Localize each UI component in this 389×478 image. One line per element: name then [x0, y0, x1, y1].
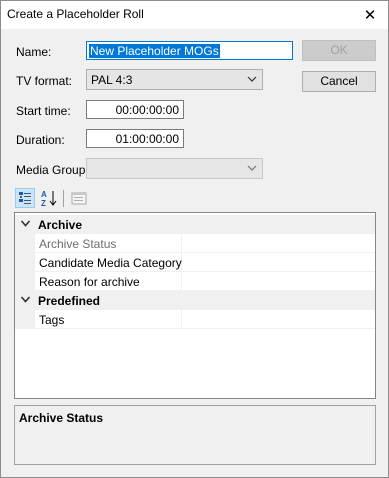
property-row-reason-for-archive[interactable]: Reason for archive — [15, 272, 375, 291]
property-value[interactable] — [183, 253, 375, 272]
category-archive[interactable]: Archive — [15, 215, 375, 234]
property-name: Tags — [35, 310, 182, 329]
row-gutter — [15, 272, 35, 291]
alphabetical-sort-icon[interactable]: A Z — [39, 188, 59, 208]
row-gutter — [15, 253, 35, 272]
property-value[interactable] — [183, 272, 375, 291]
duration-input[interactable]: 01:00:00:00 — [86, 129, 184, 148]
collapse-chevron-icon[interactable] — [20, 294, 31, 305]
svg-text:A: A — [41, 190, 47, 199]
cancel-button[interactable]: Cancel — [302, 71, 376, 92]
property-grid: Archive Archive Status Candidate Media C… — [14, 212, 376, 399]
name-label: Name: — [16, 45, 52, 59]
property-help-panel: Archive Status — [14, 405, 376, 465]
toolbar-separator — [63, 190, 64, 207]
property-name: Reason for archive — [35, 272, 182, 291]
dialog-window: Create a Placeholder Roll ✕ Name: New Pl… — [0, 0, 389, 478]
duration-label: Duration: — [16, 133, 65, 147]
property-value[interactable] — [183, 234, 375, 253]
name-input-value: New Placeholder MOGs — [89, 44, 220, 58]
category-predefined[interactable]: Predefined — [15, 291, 375, 310]
tv-format-label: TV format: — [16, 74, 73, 88]
category-label: Archive — [38, 218, 83, 232]
name-input[interactable]: New Placeholder MOGs — [86, 41, 293, 60]
property-value[interactable] — [183, 310, 375, 329]
chevron-down-icon — [247, 165, 257, 171]
property-row-tags[interactable]: Tags — [15, 310, 375, 329]
media-group-label: Media Group: — [16, 163, 89, 177]
property-row-candidate-media-category[interactable]: Candidate Media Category — [15, 253, 375, 272]
chevron-down-icon — [247, 76, 257, 82]
categorized-view-icon[interactable] — [15, 188, 35, 208]
window-title: Create a Placeholder Roll — [7, 7, 144, 21]
property-name: Archive Status — [35, 234, 182, 253]
category-label: Predefined — [38, 294, 101, 308]
tv-format-value: PAL 4:3 — [91, 73, 133, 87]
row-gutter — [15, 310, 35, 329]
property-pages-icon[interactable] — [69, 188, 89, 208]
media-group-select[interactable] — [86, 158, 263, 179]
help-title: Archive Status — [19, 411, 104, 425]
close-button[interactable]: ✕ — [352, 1, 388, 29]
ok-button[interactable]: OK — [302, 40, 376, 61]
collapse-chevron-icon[interactable] — [20, 218, 31, 229]
start-time-label: Start time: — [16, 104, 71, 118]
title-bar: Create a Placeholder Roll ✕ — [1, 1, 388, 29]
property-name: Candidate Media Category — [35, 253, 182, 272]
svg-text:Z: Z — [41, 199, 46, 208]
tv-format-select[interactable]: PAL 4:3 — [86, 69, 263, 90]
property-row-archive-status[interactable]: Archive Status — [15, 234, 375, 253]
row-gutter — [15, 234, 35, 253]
start-time-input[interactable]: 00:00:00:00 — [86, 100, 184, 119]
